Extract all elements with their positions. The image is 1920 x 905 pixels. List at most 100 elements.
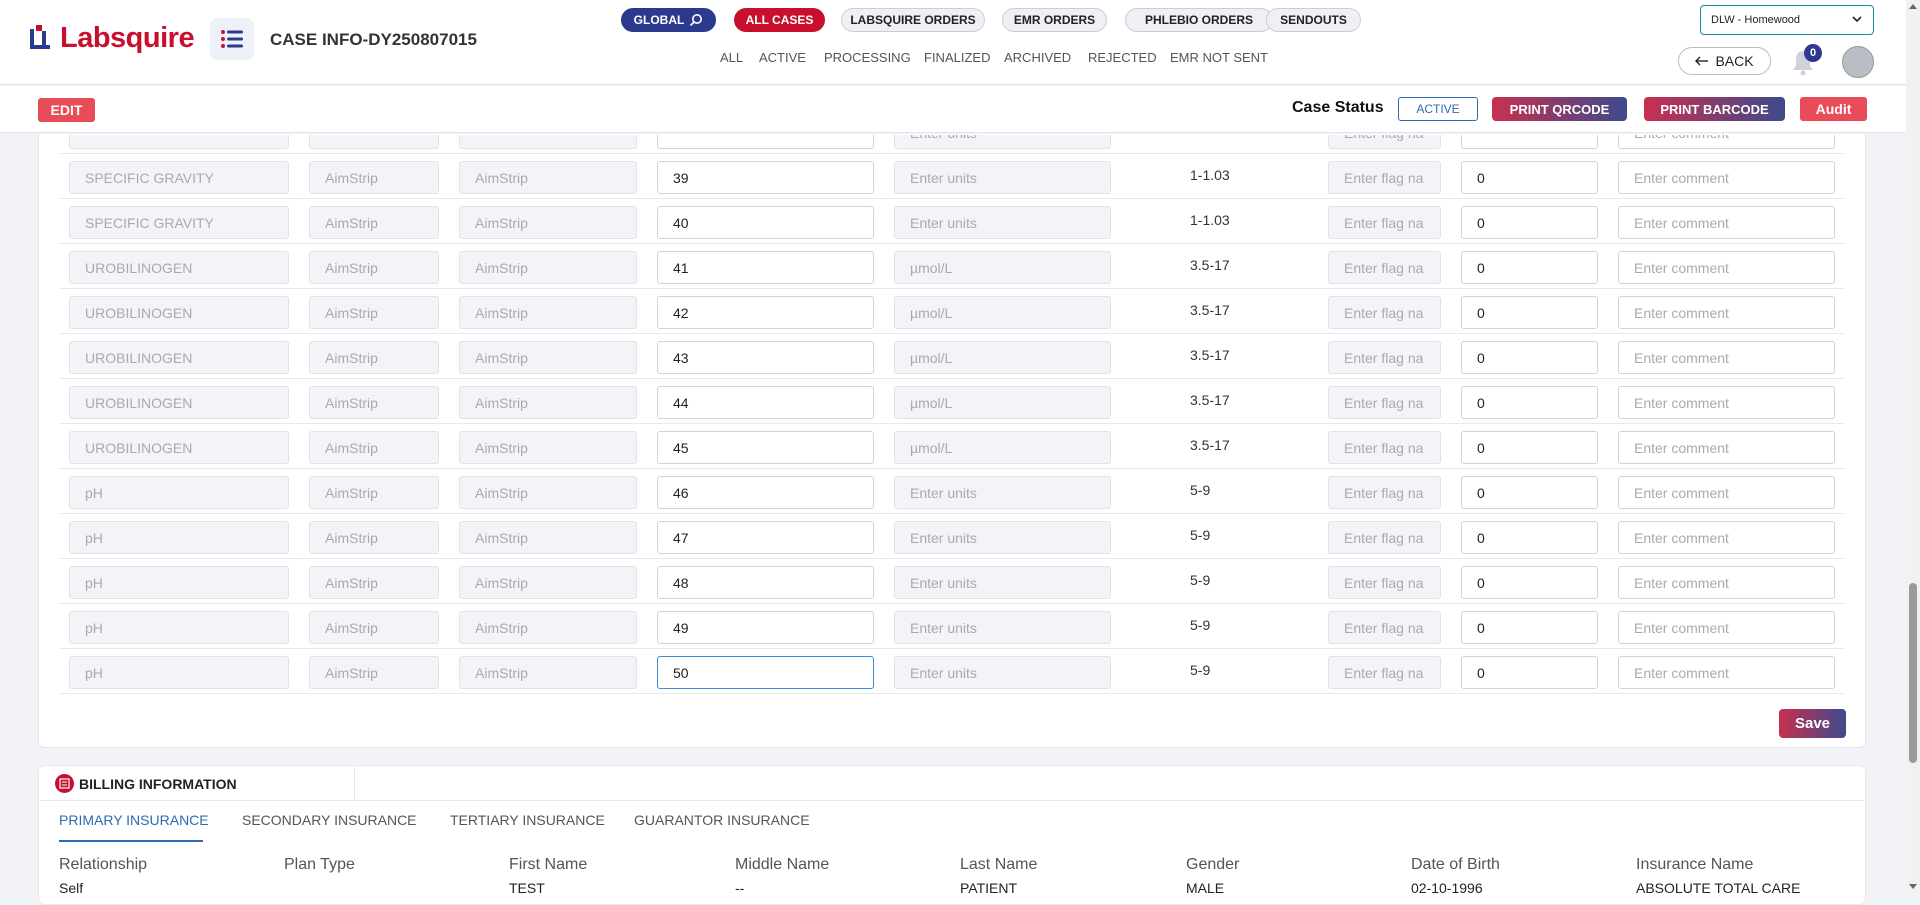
subnav-finalized[interactable]: FINALIZED	[924, 50, 990, 65]
labsquire-logo[interactable]: Labsquire	[28, 22, 195, 55]
count-input[interactable]: 0	[1461, 386, 1598, 419]
count-input[interactable]: 0	[1461, 476, 1598, 509]
units-input[interactable]: Enter units	[894, 476, 1111, 509]
comment-input[interactable]: Enter comment	[1618, 296, 1835, 329]
comment-input[interactable]: Enter comment	[1618, 206, 1835, 239]
result-value-input[interactable]: 42	[657, 296, 874, 329]
flag-name-input[interactable]: Enter flag na	[1328, 251, 1441, 284]
comment-input[interactable]: Enter comment	[1618, 566, 1835, 599]
subnav-archived[interactable]: ARCHIVED	[1004, 50, 1071, 65]
flag-name-input[interactable]: Enter flag na	[1328, 521, 1441, 554]
comment-input[interactable]: Enter comment	[1618, 161, 1835, 194]
labsquire-orders-pill[interactable]: LABSQUIRE ORDERS	[841, 8, 985, 32]
subnav-active[interactable]: ACTIVE	[759, 50, 806, 65]
print-barcode-button[interactable]: PRINT BARCODE	[1644, 97, 1785, 121]
edit-button[interactable]: EDIT	[38, 98, 95, 122]
comment-input[interactable]: Enter comment	[1618, 386, 1835, 419]
print-qrcode-button[interactable]: PRINT QRCODE	[1492, 97, 1627, 121]
flag-name-input[interactable]: Enter flag na	[1328, 566, 1441, 599]
subnav-processing[interactable]: PROCESSING	[824, 50, 911, 65]
phlebio-orders-pill[interactable]: PHLEBIO ORDERS	[1125, 8, 1273, 32]
units-input[interactable]: Enter units	[894, 566, 1111, 599]
flag-name-input[interactable]: Enter flag na	[1328, 206, 1441, 239]
count-input[interactable]: 0	[1461, 521, 1598, 554]
location-select[interactable]: DLW - Homewood	[1700, 5, 1874, 35]
result-value-input[interactable]: 48	[657, 566, 874, 599]
comment-input[interactable]: Enter comment	[1618, 431, 1835, 464]
tab-guarantor-insurance[interactable]: GUARANTOR INSURANCE	[634, 812, 810, 828]
comment-input[interactable]: Enter comment	[1618, 476, 1835, 509]
result-value-input[interactable]: 47	[657, 521, 874, 554]
units-input[interactable]: Enter units	[894, 611, 1111, 644]
result-value-input[interactable]: 45	[657, 431, 874, 464]
result-value-input[interactable]: 41	[657, 251, 874, 284]
flag-name-input[interactable]: Enter flag na	[1328, 161, 1441, 194]
units-input[interactable]: µmol/L	[894, 431, 1111, 464]
result-value-input[interactable]: 40	[657, 206, 874, 239]
flag-name-input[interactable]: Enter flag na	[1328, 386, 1441, 419]
comment-input[interactable]: Enter comment	[1618, 656, 1835, 689]
flag-name-input[interactable]: Enter flag na	[1328, 296, 1441, 329]
tab-primary-insurance[interactable]: PRIMARY INSURANCE	[59, 812, 209, 828]
flag-name-input[interactable]: Enter flag na	[1328, 476, 1441, 509]
result-value-input[interactable]: 49	[657, 611, 874, 644]
tab-secondary-insurance[interactable]: SECONDARY INSURANCE	[242, 812, 417, 828]
units-input[interactable]: Enter units	[894, 521, 1111, 554]
flag-name-input[interactable]: Enter flag na	[1328, 341, 1441, 374]
count-input[interactable]: 0	[1461, 206, 1598, 239]
result-value-input[interactable]: 46	[657, 476, 874, 509]
count-input[interactable]: 0	[1461, 566, 1598, 599]
scroll-down-arrow-icon[interactable]	[1909, 884, 1917, 889]
scrollbar-thumb[interactable]	[1909, 583, 1917, 763]
table-row: SPECIFIC GRAVITY AimStrip AimStrip 40 En…	[59, 200, 1845, 244]
count-input[interactable]: 0	[1461, 611, 1598, 644]
result-value-input[interactable]: 43	[657, 341, 874, 374]
result-value-input[interactable]: 50	[657, 656, 874, 689]
units-input[interactable]: µmol/L	[894, 296, 1111, 329]
sendouts-pill[interactable]: SENDOUTS	[1266, 8, 1361, 32]
flag-name-input[interactable]: Enter flag na	[1328, 656, 1441, 689]
result-value-input[interactable]: 39	[657, 161, 874, 194]
comment-input[interactable]: Enter comment	[1618, 251, 1835, 284]
flag-name-input[interactable]: Enter flag na	[1328, 611, 1441, 644]
global-search-pill[interactable]: GLOBAL	[621, 8, 716, 32]
emr-orders-pill[interactable]: EMR ORDERS	[1002, 8, 1107, 32]
count-input[interactable]: 0	[1461, 656, 1598, 689]
units-input[interactable]: µmol/L	[894, 341, 1111, 374]
flag-name-input[interactable]: Enter flag na	[1328, 431, 1441, 464]
subnav-emr-not-sent[interactable]: EMR NOT SENT	[1170, 50, 1268, 65]
result-value-input[interactable]: 44	[657, 386, 874, 419]
user-avatar[interactable]	[1842, 46, 1874, 78]
units-input[interactable]: Enter units	[894, 206, 1111, 239]
comment-input[interactable]: Enter comment	[1618, 611, 1835, 644]
back-button[interactable]: BACK	[1678, 47, 1771, 75]
count-input[interactable]: 0	[1461, 431, 1598, 464]
units-input[interactable]: µmol/L	[894, 251, 1111, 284]
insurance-column-value: Self	[59, 880, 84, 896]
comment-input[interactable]: Enter comment	[1618, 341, 1835, 374]
device-field: AimStrip	[459, 611, 637, 644]
units-input[interactable]: µmol/L	[894, 386, 1111, 419]
count-input[interactable]: 0	[1461, 341, 1598, 374]
count-input[interactable]: 0	[1461, 161, 1598, 194]
scroll-up-arrow-icon[interactable]	[1909, 4, 1917, 9]
insurance-column-label: Date of Birth	[1411, 856, 1500, 873]
count-input[interactable]: 0	[1461, 296, 1598, 329]
save-button[interactable]: Save	[1779, 709, 1846, 738]
insurance-column-value: MALE	[1186, 880, 1225, 896]
units-input[interactable]: Enter units	[894, 161, 1111, 194]
subnav-all[interactable]: ALL	[720, 50, 743, 65]
tab-tertiary-insurance[interactable]: TERTIARY INSURANCE	[450, 812, 605, 828]
menu-toggle-button[interactable]	[210, 18, 254, 60]
insurance-column-value: ABSOLUTE TOTAL CARE	[1636, 880, 1801, 896]
count-input[interactable]: 0	[1461, 251, 1598, 284]
all-cases-pill[interactable]: ALL CASES	[734, 8, 825, 32]
page-scrollbar[interactable]	[1906, 0, 1920, 893]
comment-input[interactable]: Enter comment	[1618, 521, 1835, 554]
billing-header-divider	[354, 766, 355, 800]
subnav-rejected[interactable]: REJECTED	[1088, 50, 1157, 65]
table-row: pH AimStrip AimStrip 50 Enter units 5-9 …	[59, 650, 1845, 694]
units-input[interactable]: Enter units	[894, 656, 1111, 689]
notifications-button[interactable]: 0	[1790, 44, 1822, 76]
audit-button[interactable]: Audit	[1800, 97, 1867, 121]
